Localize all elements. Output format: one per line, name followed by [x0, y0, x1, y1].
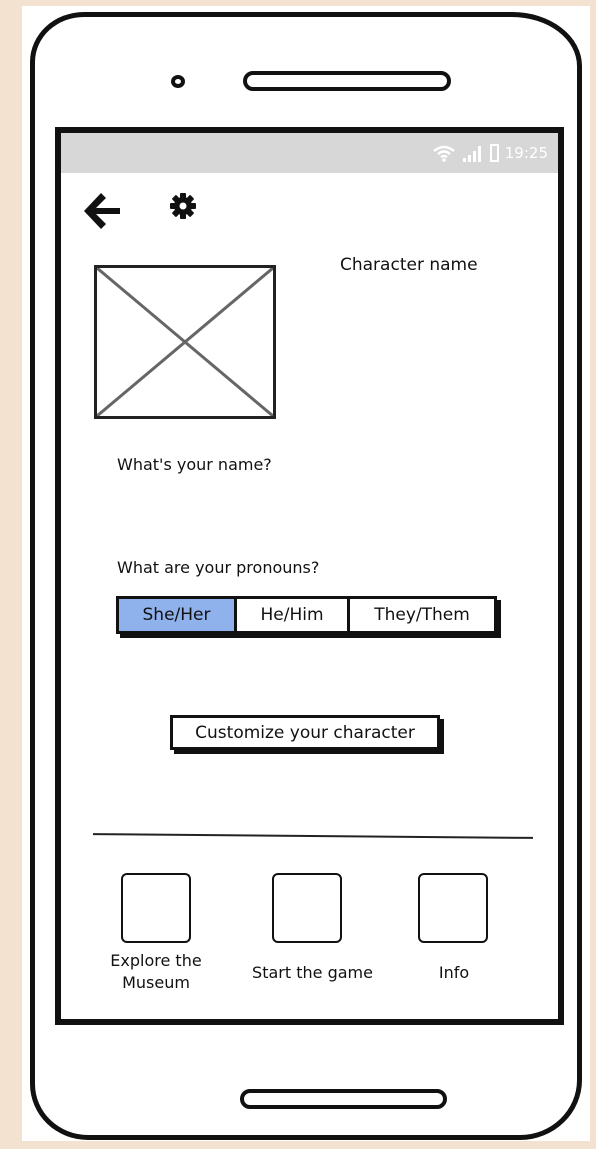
info-button[interactable]: [418, 873, 488, 943]
explore-museum-label: Explore the Museum: [110, 951, 202, 992]
character-image-placeholder: [94, 265, 276, 419]
pronouns-question: What are your pronouns?: [117, 558, 320, 577]
home-button[interactable]: [240, 1089, 447, 1109]
name-question: What's your name?: [117, 455, 272, 474]
status-time: 19:25: [504, 144, 548, 162]
customize-character-button[interactable]: Customize your character: [170, 715, 440, 750]
phone-screen: 19:25 Character name What's your name? W…: [55, 127, 564, 1025]
status-bar: 19:25: [61, 133, 558, 173]
bottom-nav-divider: [92, 833, 534, 839]
speaker-slot: [243, 71, 451, 91]
pronoun-selector: She/Her He/Him They/Them: [116, 596, 497, 634]
pronoun-option-he-him[interactable]: He/Him: [234, 599, 347, 631]
pronoun-option-they-them[interactable]: They/Them: [347, 599, 494, 631]
start-game-button[interactable]: [272, 873, 342, 943]
info-label: Info: [438, 963, 470, 982]
start-game-label: Start the game: [252, 963, 373, 982]
character-name-label: Character name: [340, 255, 478, 275]
battery-icon: [489, 144, 499, 162]
wifi-icon: [432, 144, 456, 162]
back-arrow-icon[interactable]: [77, 187, 125, 235]
pronoun-option-she-her[interactable]: She/Her: [119, 599, 234, 631]
camera-icon: [171, 75, 185, 88]
gear-icon[interactable]: [167, 190, 199, 222]
status-icons: 19:25: [432, 143, 548, 163]
explore-museum-button[interactable]: [121, 873, 191, 943]
signal-icon: [462, 144, 484, 162]
